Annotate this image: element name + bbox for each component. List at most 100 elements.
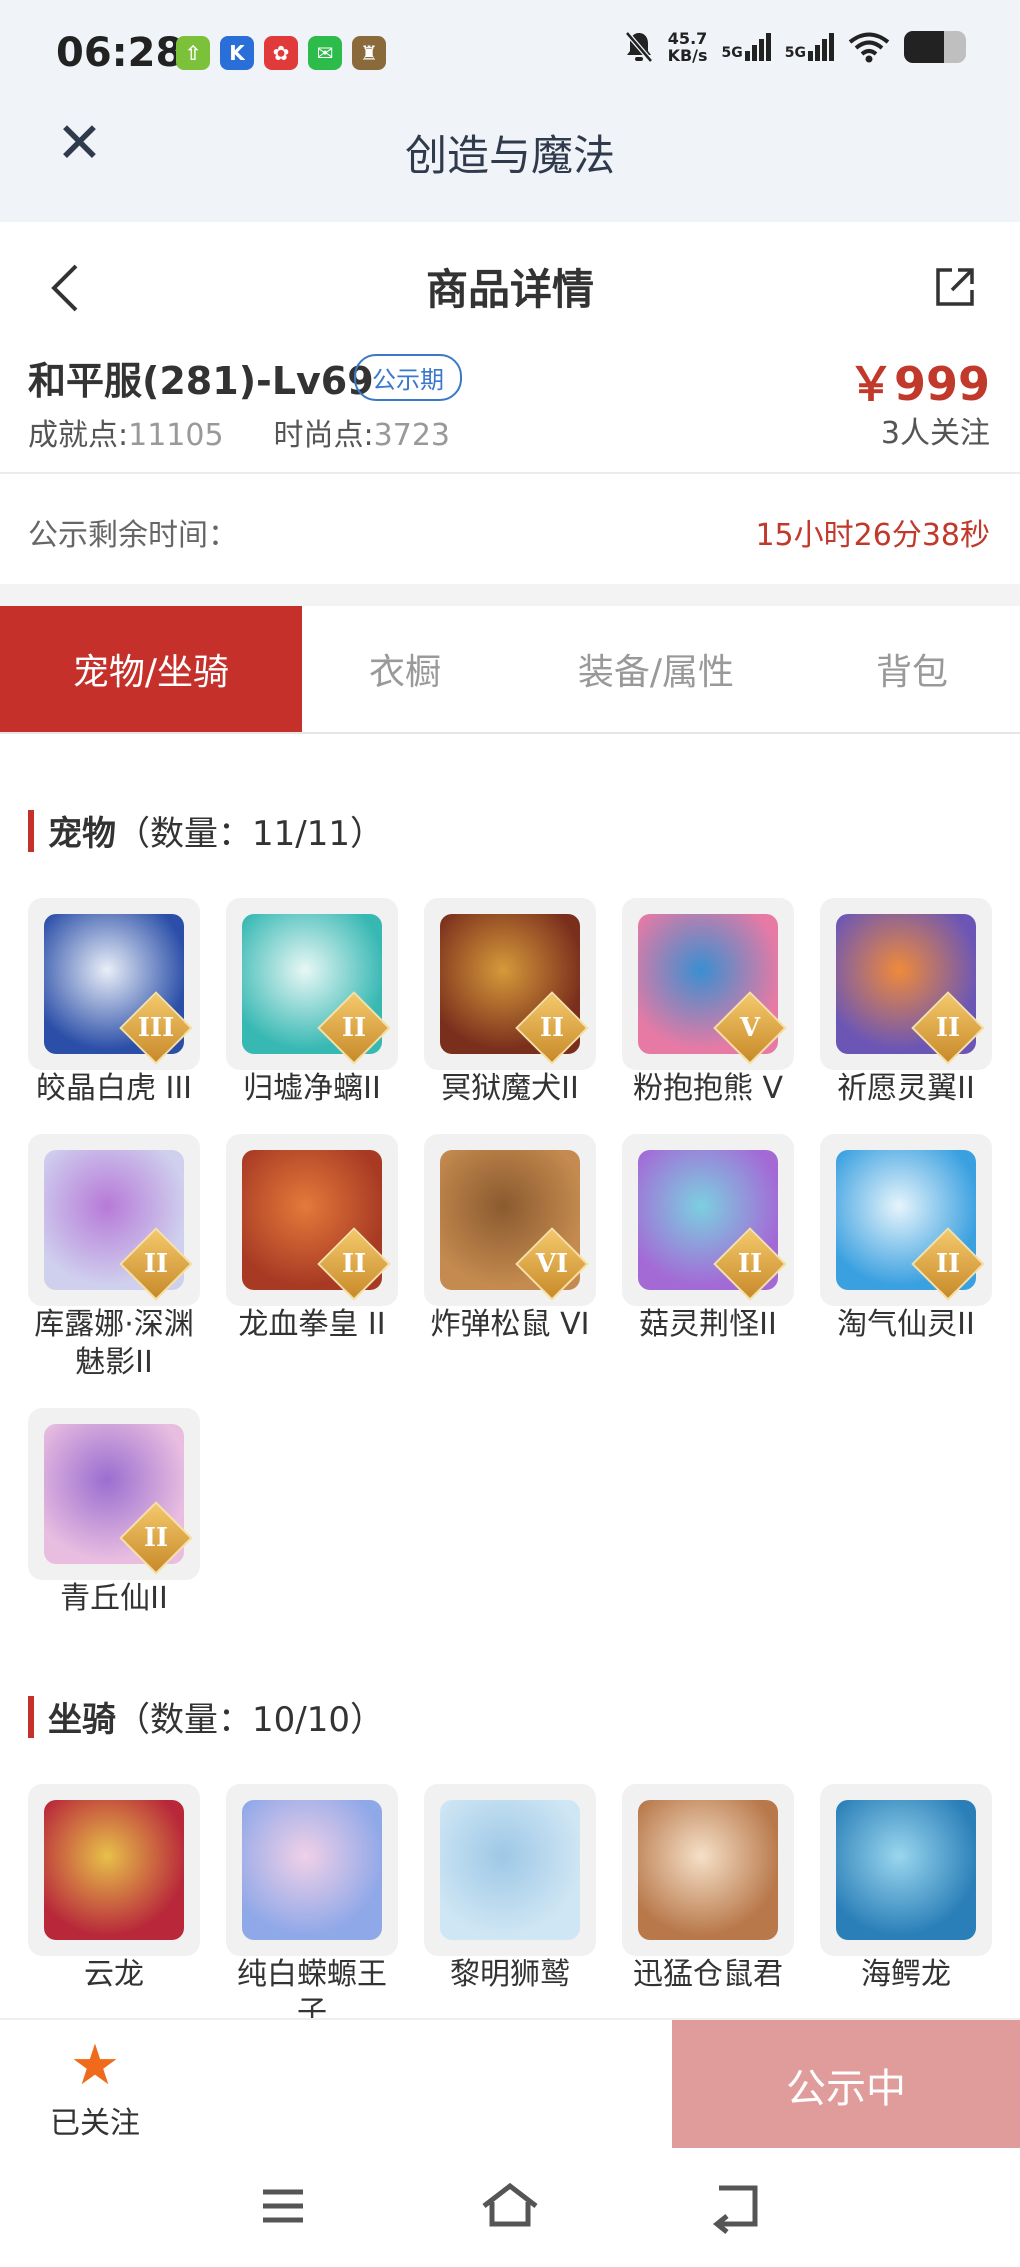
pet-card[interactable]: II 龙血拳皇 II: [226, 1134, 398, 1344]
mount-card[interactable]: 迅猛仓鼠君: [622, 1784, 794, 1994]
item-thumbnail: II: [226, 898, 398, 1070]
item-name: 祈愿灵翼II: [837, 1071, 975, 1106]
tab-backpack[interactable]: 背包: [804, 606, 1020, 732]
item-thumbnail: III: [28, 898, 200, 1070]
timer-label: 公示剩余时间：: [28, 518, 238, 553]
achievement-value: 11105: [128, 418, 224, 453]
item-thumbnail: II: [226, 1134, 398, 1306]
timer-value: 15小时26分38秒: [755, 518, 990, 553]
item-thumbnail: [622, 1784, 794, 1956]
achievement-label: 成就点:: [28, 418, 129, 453]
publicity-button[interactable]: 公示中: [672, 2020, 1020, 2150]
rank-badge-text: II: [935, 1249, 961, 1279]
item-thumbnail: II: [28, 1134, 200, 1306]
rank-badge-text: III: [137, 1013, 175, 1043]
rank-badge-text: V: [739, 1013, 761, 1043]
pets-title: 宠物: [48, 814, 116, 854]
item-name: 皎晶白虎 III: [35, 1071, 193, 1106]
section-separator: [0, 584, 1020, 606]
server-level: 和平服(281)-Lv69: [28, 359, 374, 403]
item-name: 迅猛仓鼠君: [633, 1957, 783, 1992]
item-art: [836, 1800, 976, 1940]
pet-card[interactable]: III 皎晶白虎 III: [28, 898, 200, 1108]
status-indicators: 45.7 KB/s 5G 5G: [624, 30, 966, 64]
rank-badge-text: II: [143, 1249, 169, 1279]
wechat-icon: ✉: [308, 36, 342, 70]
item-art: [440, 1800, 580, 1940]
rank-badge-text: II: [341, 1249, 367, 1279]
notification-icons: ⇧ K ✿ ✉ ♜: [176, 36, 386, 70]
pet-card[interactable]: II 青丘仙II: [28, 1408, 200, 1618]
divider: [0, 472, 1020, 474]
net-speed-value: 45.7: [667, 29, 708, 48]
item-thumbnail: II: [28, 1408, 200, 1580]
pets-count: （数量：11/11）: [116, 814, 384, 854]
home-icon[interactable]: [470, 2176, 550, 2236]
share-icon[interactable]: [930, 262, 980, 312]
item-art: [638, 1800, 778, 1940]
star-icon: ★: [69, 2033, 121, 2098]
points-stats: 成就点:11105 时尚点:3723: [28, 410, 450, 454]
item-thumbnail: VI: [424, 1134, 596, 1306]
item-name: 菇灵荆怪II: [639, 1307, 777, 1342]
item-art: [44, 1800, 184, 1940]
mount-card[interactable]: 黎明狮鹫: [424, 1784, 596, 1994]
item-name: 黎明狮鹫: [450, 1957, 570, 1992]
red-app-icon: ✿: [264, 36, 298, 70]
watcher-count: 3人关注: [880, 416, 990, 451]
follow-button[interactable]: ★ 已关注: [40, 2036, 150, 2142]
page-title: 商品详情: [425, 265, 594, 314]
item-name: 海鳄龙: [861, 1957, 951, 1992]
menu-icon[interactable]: [243, 2176, 323, 2236]
battery-icon: [904, 31, 966, 63]
item-thumbnail: [424, 1784, 596, 1956]
tab-equipment[interactable]: 装备/属性: [508, 606, 804, 732]
network-speed: 45.7 KB/s: [668, 30, 708, 64]
mount-card[interactable]: 云龙: [28, 1784, 200, 1994]
app-title: 创造与魔法: [404, 131, 615, 180]
system-nav-bar: [0, 2148, 1020, 2267]
pet-card[interactable]: V 粉抱抱熊 V: [622, 898, 794, 1108]
sim1-label: 5G: [721, 45, 743, 61]
mute-bell-icon: [624, 31, 653, 63]
mount-card[interactable]: 海鳄龙: [820, 1784, 992, 1994]
pet-card[interactable]: II 冥狱魔犬II: [424, 898, 596, 1108]
pet-card[interactable]: II 祈愿灵翼II: [820, 898, 992, 1108]
pet-card[interactable]: II 库露娜·深渊魅影II: [28, 1134, 200, 1382]
item-thumbnail: [28, 1784, 200, 1956]
tab-pets-mounts[interactable]: 宠物/坐骑: [0, 606, 302, 732]
net-speed-unit: KB/s: [667, 46, 708, 65]
app-header-area: 06:28 ⇧ K ✿ ✉ ♜ 45.7 KB/s 5G 5G ✕ 创造与魔法: [0, 0, 1020, 222]
item-thumbnail: II: [820, 1134, 992, 1306]
signal-icon: 5G: [785, 33, 834, 61]
rank-badge-text: II: [539, 1013, 565, 1043]
item-name: 粉抱抱熊 V: [632, 1071, 784, 1106]
item-thumbnail: V: [622, 898, 794, 1070]
pet-card[interactable]: VI 炸弹松鼠 VI: [424, 1134, 596, 1344]
status-time: 06:28: [56, 30, 184, 76]
pet-card[interactable]: II 归墟净螭II: [226, 898, 398, 1108]
tab-wardrobe[interactable]: 衣橱: [302, 606, 508, 732]
mount-card[interactable]: 纯白蝾螈王子: [226, 1784, 398, 2032]
item-thumbnail: [820, 1784, 992, 1956]
sim2-label: 5G: [784, 45, 806, 61]
rank-badge-text: VI: [535, 1249, 569, 1279]
item-thumbnail: II: [622, 1134, 794, 1306]
item-art: [242, 1800, 382, 1940]
item-thumbnail: II: [820, 898, 992, 1070]
pet-card[interactable]: II 菇灵荆怪II: [622, 1134, 794, 1344]
item-name: 龙血拳皇 II: [238, 1307, 386, 1342]
rank-badge-text: II: [737, 1249, 763, 1279]
back-nav-icon[interactable]: [697, 2176, 777, 2236]
bottom-action-bar: ★ 已关注 公示中: [0, 2018, 1020, 2150]
item-name: 库露娜·深渊魅影II: [34, 1307, 194, 1380]
item-name: 炸弹松鼠 VI: [430, 1307, 590, 1342]
follow-label: 已关注: [50, 2106, 140, 2141]
item-name: 云龙: [84, 1957, 144, 1992]
item-thumbnail: II: [424, 898, 596, 1070]
rank-badge-text: II: [143, 1523, 169, 1553]
rank-badge-text: II: [341, 1013, 367, 1043]
pet-card[interactable]: II 淘气仙灵II: [820, 1134, 992, 1344]
fashion-label: 时尚点:: [273, 418, 374, 453]
rank-badge-text: II: [935, 1013, 961, 1043]
